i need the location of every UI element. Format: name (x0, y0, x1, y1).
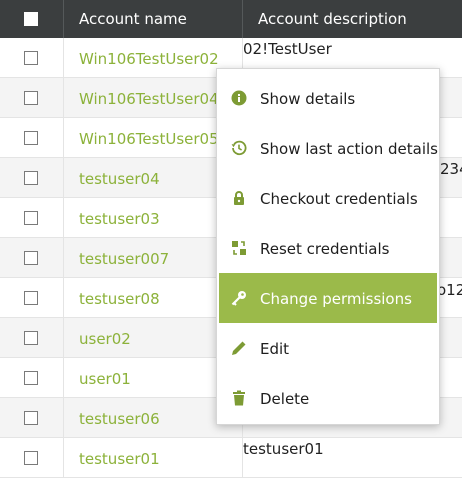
menu-item-edit[interactable]: Edit (219, 323, 437, 373)
table-header: Account name Account description (0, 0, 462, 38)
menu-item-delete[interactable]: Delete (219, 373, 437, 423)
reset-icon (231, 240, 247, 256)
column-header-account-name[interactable]: Account name (64, 0, 243, 38)
row-checkbox[interactable] (24, 291, 38, 305)
row-checkbox[interactable] (24, 451, 38, 465)
row-checkbox[interactable] (24, 411, 38, 425)
row-checkbox[interactable] (24, 331, 38, 345)
table-row[interactable]: testuser01 testuser01 (0, 438, 462, 478)
row-checkbox[interactable] (24, 131, 38, 145)
row-checkbox-cell (0, 38, 64, 78)
menu-item-show-details[interactable]: Show details (219, 73, 437, 123)
row-checkbox[interactable] (24, 371, 38, 385)
menu-item-label: Edit (260, 340, 290, 358)
column-header-account-description[interactable]: Account description (243, 0, 462, 38)
lock-icon (231, 190, 247, 206)
menu-item-label: Checkout credentials (260, 190, 418, 208)
row-checkbox-cell (0, 398, 64, 438)
menu-item-label: Show last action details (260, 140, 438, 158)
row-checkbox[interactable] (24, 211, 38, 225)
row-checkbox-cell (0, 318, 64, 358)
row-checkbox-cell (0, 238, 64, 278)
menu-item-checkout-credentials[interactable]: Checkout credentials (219, 173, 437, 223)
pencil-icon (231, 340, 247, 356)
row-checkbox-cell (0, 438, 64, 478)
menu-item-change-permissions[interactable]: Change permissions (219, 273, 437, 323)
row-checkbox[interactable] (24, 251, 38, 265)
row-checkbox-cell (0, 358, 64, 398)
context-menu: Show details Show last action details Ch… (216, 68, 440, 425)
menu-item-label: Reset credentials (260, 240, 390, 258)
row-checkbox-cell (0, 198, 64, 238)
row-checkbox[interactable] (24, 51, 38, 65)
account-name-link[interactable]: testuser01 (64, 438, 243, 478)
row-checkbox-cell (0, 158, 64, 198)
row-checkbox[interactable] (24, 91, 38, 105)
account-description: testuser01 (243, 440, 324, 458)
row-checkbox-cell (0, 278, 64, 318)
menu-item-label: Show details (260, 90, 356, 108)
row-checkbox-cell (0, 78, 64, 118)
history-icon (231, 140, 247, 156)
menu-item-label: Change permissions (260, 290, 412, 308)
trash-icon (231, 390, 247, 406)
menu-item-show-last-action-details[interactable]: Show last action details (219, 123, 438, 173)
key-icon (231, 290, 247, 306)
select-all-checkbox[interactable] (24, 12, 38, 26)
row-checkbox-cell (0, 118, 64, 158)
row-checkbox[interactable] (24, 171, 38, 185)
menu-item-label: Delete (260, 390, 310, 408)
header-checkbox-cell (0, 0, 64, 38)
info-icon (231, 90, 247, 106)
menu-item-reset-credentials[interactable]: Reset credentials (219, 223, 437, 273)
